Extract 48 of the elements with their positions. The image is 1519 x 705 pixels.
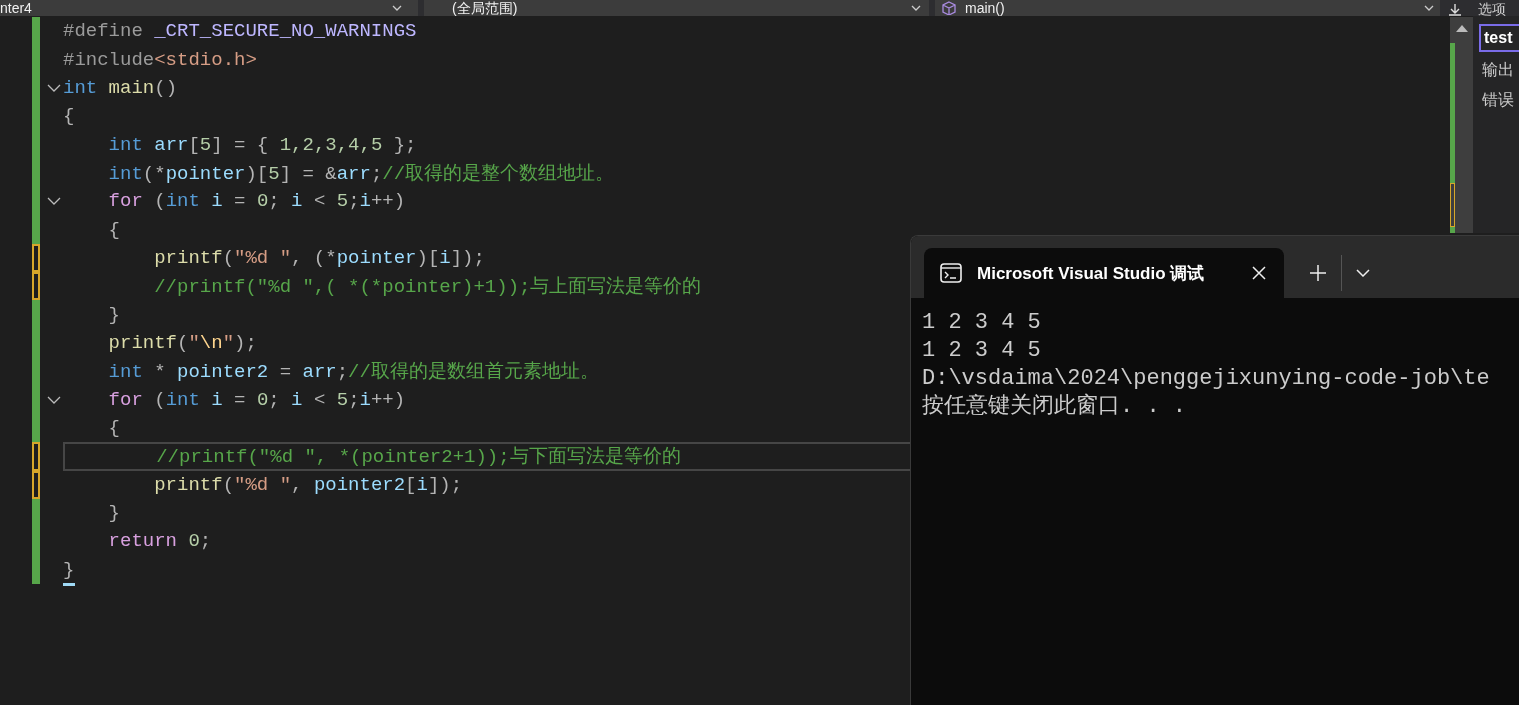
member-dropdown[interactable]: main()	[935, 0, 1440, 16]
code-line: }	[107, 303, 120, 326]
console-tab[interactable]: Microsoft Visual Studio 调试	[924, 248, 1284, 298]
code-line: //printf("%d ",( *(*pointer)+1));与上面写法是等价的	[153, 275, 702, 300]
collapse-icon[interactable]	[47, 83, 61, 92]
code-line: return 0;	[107, 530, 212, 553]
caret-icon	[392, 5, 402, 11]
caret-icon	[911, 5, 921, 11]
console-output-line: D:\vsdaima\2024\penggejixunying-code-job\te	[922, 365, 1491, 393]
code-line: //printf("%d ", *(pointer2+1));与下面写法是等价的	[155, 445, 681, 470]
code-line: int main()	[63, 76, 178, 99]
scope-dropdown[interactable]: (全局范围)	[424, 0, 929, 16]
panel-item[interactable]: 错误	[1479, 88, 1519, 112]
console-output-line: 1 2 3 4 5	[922, 309, 1042, 337]
code-line: printf("%d ", pointer2[i]);	[153, 473, 463, 496]
caret-map-marker	[1450, 183, 1455, 227]
console-icon	[940, 263, 962, 283]
panel-item[interactable]: test	[1479, 24, 1519, 52]
project-dropdown[interactable]: nter4	[0, 0, 418, 16]
code-line: for (int i = 0; i < 5;i++)	[107, 190, 406, 213]
code-line: #define _CRT_SECURE_NO_WARNINGS	[63, 20, 417, 43]
code-line: {	[107, 417, 120, 439]
split-icon[interactable]	[1448, 4, 1462, 16]
code-line: printf("\n");	[107, 331, 257, 354]
caret-icon	[1424, 5, 1434, 11]
cube-icon	[941, 1, 957, 15]
scrollbar[interactable]	[1450, 17, 1473, 233]
console-output-line: 按任意键关闭此窗口. . .	[922, 393, 1187, 421]
code-line: for (int i = 0; i < 5;i++)	[107, 388, 406, 411]
code-line: {	[107, 218, 120, 241]
panel-item[interactable]: 输出	[1479, 58, 1519, 82]
code-line: int arr[5] = { 1,2,3,4,5 };	[107, 133, 417, 156]
collapse-icon[interactable]	[47, 395, 61, 404]
code-line: int * pointer2 = arr;//取得的是数组首元素地址。	[107, 360, 599, 385]
console-output-line: 1 2 3 4 5	[922, 337, 1042, 365]
code-line: {	[63, 105, 75, 128]
dropdown-icon[interactable]	[1356, 269, 1370, 277]
code-line: }	[107, 502, 120, 524]
code-line: printf("%d ", (*pointer)[i]);	[153, 246, 485, 269]
code-line: int(*pointer)[5] = &arr;//取得的是整个数组地址。	[107, 161, 615, 186]
code-line: }	[63, 558, 75, 581]
new-tab-icon[interactable]	[1310, 265, 1326, 281]
text-cursor	[63, 582, 75, 586]
code-line: #include<stdio.h>	[63, 48, 257, 71]
panel-header: 选项	[1478, 2, 1506, 16]
close-icon[interactable]	[1252, 266, 1266, 280]
collapse-icon[interactable]	[47, 197, 61, 206]
scroll-up-icon[interactable]	[1455, 25, 1468, 32]
